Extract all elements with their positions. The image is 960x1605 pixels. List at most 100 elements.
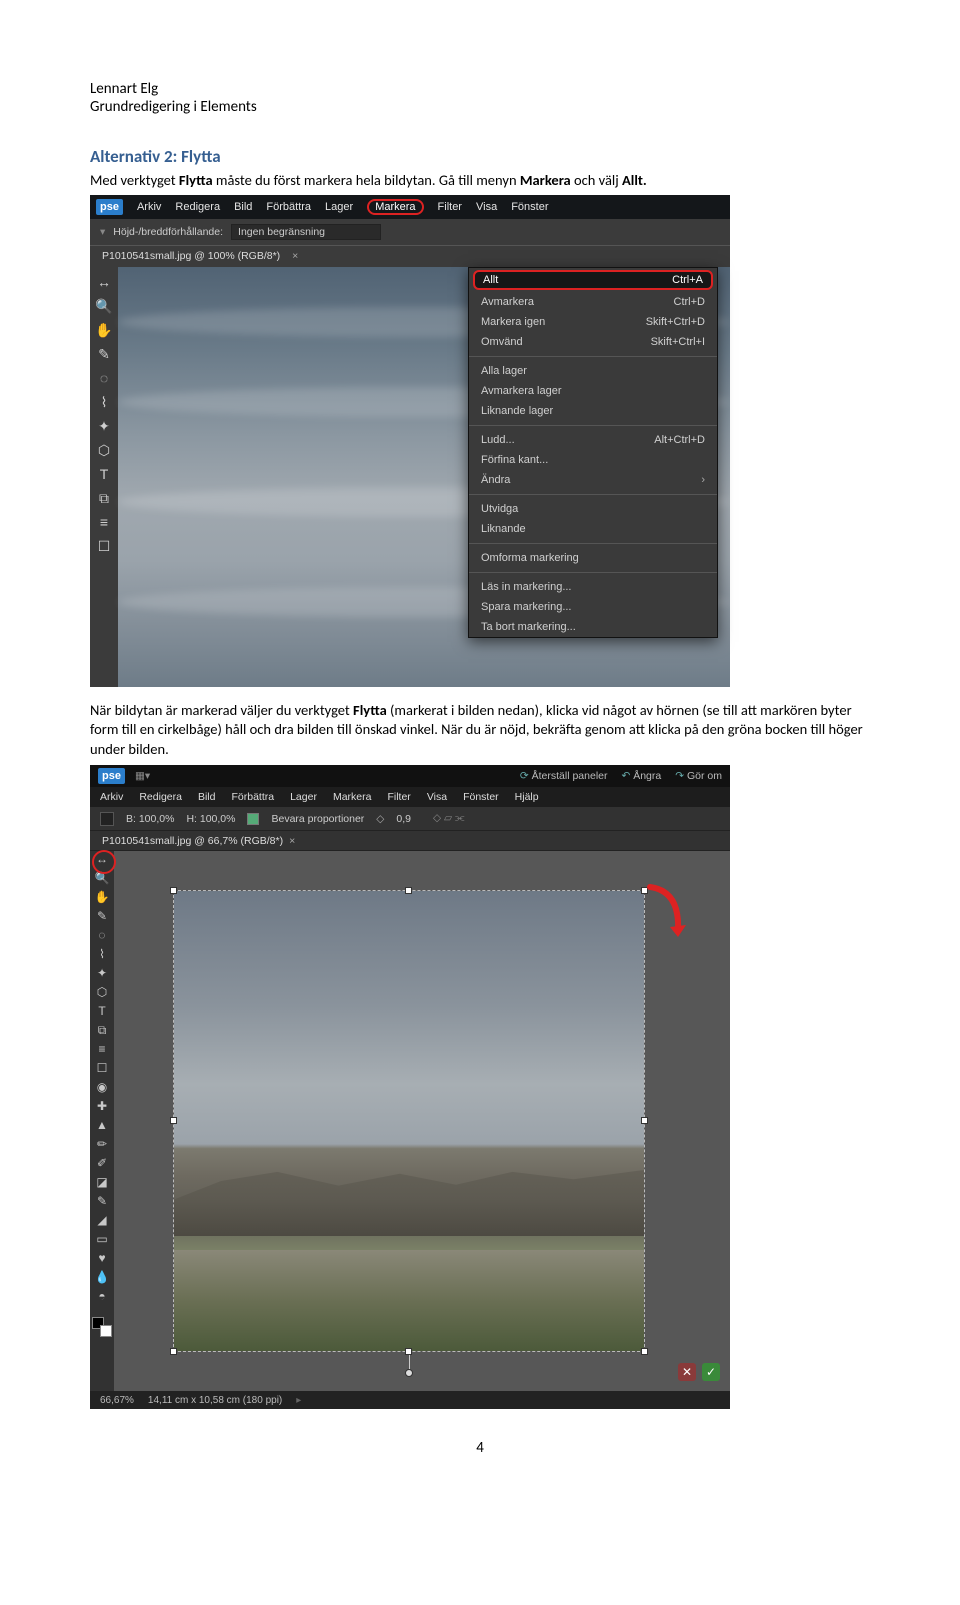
- handle-top-mid[interactable]: [405, 887, 412, 894]
- handle-mid-right[interactable]: [641, 1117, 648, 1124]
- commit-button[interactable]: ✓: [702, 1363, 720, 1381]
- blur-tool-icon[interactable]: 💧: [95, 1271, 110, 1283]
- menu-redigera[interactable]: Redigera: [139, 791, 182, 803]
- layout-icon[interactable]: ▦▾: [135, 770, 150, 782]
- canvas[interactable]: ✕ ✓: [114, 851, 730, 1391]
- undo-button[interactable]: ↶ Ångra: [621, 770, 661, 782]
- menu-forbattra[interactable]: Förbättra: [266, 201, 311, 213]
- menu-filter[interactable]: Filter: [438, 201, 462, 213]
- dropdown-ludd[interactable]: Ludd...Alt+Ctrl+D: [469, 430, 717, 450]
- paragraph-1: Med verktyget Flytta måste du först mark…: [90, 171, 870, 191]
- zoom-tool-icon[interactable]: 🔍: [95, 872, 110, 884]
- menu-lager[interactable]: Lager: [290, 791, 317, 803]
- hand-tool-icon[interactable]: ✋: [95, 323, 112, 337]
- marquee-tool-icon[interactable]: ◌: [98, 929, 105, 941]
- menu-forbattra[interactable]: Förbättra: [231, 791, 274, 803]
- bucket-tool-icon[interactable]: ◢: [97, 1214, 106, 1226]
- angle-value[interactable]: 0,9: [396, 813, 411, 825]
- menu-arkiv[interactable]: Arkiv: [137, 201, 161, 213]
- top-bar: pse ▦▾ ⟳ Återställ paneler ↶ Ångra ↷ Gör…: [90, 765, 730, 787]
- zoom-tool-icon[interactable]: 🔍: [95, 299, 112, 313]
- dropdown-markera-igen[interactable]: Markera igenSkift+Ctrl+D: [469, 312, 717, 332]
- menu-bild[interactable]: Bild: [198, 791, 216, 803]
- constrain-checkbox[interactable]: [247, 813, 259, 825]
- straighten-tool-icon[interactable]: ≡: [98, 1043, 105, 1055]
- eyedropper-icon[interactable]: ✎: [97, 910, 107, 922]
- straighten-tool-icon[interactable]: ≡: [100, 515, 108, 529]
- sponge-tool-icon[interactable]: ◓: [98, 1290, 105, 1302]
- dropdown-omvand[interactable]: OmvändSkift+Ctrl+I: [469, 332, 717, 352]
- handle-bottom-left[interactable]: [170, 1348, 177, 1355]
- dropdown-forfina-kant[interactable]: Förfina kant...: [469, 450, 717, 470]
- smart-brush-icon[interactable]: ✐: [97, 1157, 107, 1169]
- ratio-value[interactable]: Ingen begränsning: [231, 224, 381, 240]
- handle-mid-left[interactable]: [170, 1117, 177, 1124]
- menu-visa[interactable]: Visa: [427, 791, 447, 803]
- cancel-button[interactable]: ✕: [678, 1363, 696, 1381]
- menu-markera[interactable]: Markera: [367, 199, 423, 215]
- handle-bottom-mid[interactable]: [405, 1348, 412, 1355]
- dropdown-liknande-lager[interactable]: Liknande lager: [469, 401, 717, 421]
- lasso-tool-icon[interactable]: ⌇: [99, 948, 105, 960]
- menu-hjalp[interactable]: Hjälp: [515, 791, 539, 803]
- options-bar: B: 100,0% H: 100,0% Bevara proportioner …: [90, 807, 730, 831]
- dropdown-ta-bort[interactable]: Ta bort markering...: [469, 617, 717, 637]
- shape-tool-icon[interactable]: ♥: [98, 1252, 105, 1264]
- transform-bounding-box[interactable]: [174, 891, 644, 1351]
- dropdown-spara[interactable]: Spara markering...: [469, 597, 717, 617]
- document-tab[interactable]: P1010541small.jpg @ 66,7% (RGB/8*)×: [90, 831, 730, 851]
- lasso-tool-icon[interactable]: ⌇: [101, 395, 108, 409]
- gradient-tool-icon[interactable]: ▭: [96, 1233, 107, 1245]
- redo-button[interactable]: ↷ Gör om: [675, 770, 722, 782]
- type-tool-icon[interactable]: T: [100, 467, 109, 481]
- wand-tool-icon[interactable]: ✦: [98, 419, 110, 433]
- skew-icon[interactable]: ◇ ▱ ⫘: [433, 812, 464, 825]
- eraser-tool-icon[interactable]: ◪: [96, 1176, 107, 1188]
- brush-tool-icon[interactable]: ✏: [97, 1138, 107, 1150]
- selection-brush-icon[interactable]: ⬡: [98, 443, 110, 457]
- menu-arkiv[interactable]: Arkiv: [100, 791, 123, 803]
- canvas[interactable]: AlltCtrl+A AvmarkeraCtrl+D Markera igenS…: [118, 267, 730, 687]
- quick-select-icon[interactable]: ⬡: [97, 986, 107, 998]
- section-heading: Alternativ 2: Flytta: [90, 146, 870, 167]
- pencil-tool-icon[interactable]: ✎: [97, 1195, 107, 1207]
- reference-point-icon[interactable]: [100, 812, 114, 826]
- move-tool-icon[interactable]: ↔: [97, 275, 111, 289]
- wand-tool-icon[interactable]: ✦: [97, 967, 107, 979]
- cookie-cutter-icon[interactable]: ☐: [97, 1062, 108, 1074]
- menu-bild[interactable]: Bild: [234, 201, 252, 213]
- handle-top-left[interactable]: [170, 887, 177, 894]
- color-swatch[interactable]: [92, 1317, 112, 1337]
- rotate-handle[interactable]: [405, 1369, 413, 1377]
- menu-fonster[interactable]: Fönster: [463, 791, 499, 803]
- doc-subject: Grundredigering i Elements: [90, 98, 870, 116]
- dropdown-omforma[interactable]: Omforma markering: [469, 548, 717, 568]
- healing-brush-icon[interactable]: ✚: [97, 1100, 107, 1112]
- dropdown-allt[interactable]: AlltCtrl+A: [473, 270, 713, 290]
- handle-bottom-right[interactable]: [641, 1348, 648, 1355]
- crop-tool-icon[interactable]: ⧉: [98, 1024, 107, 1036]
- dropdown-alla-lager[interactable]: Alla lager: [469, 361, 717, 381]
- crop-tool-icon[interactable]: ⧉: [99, 491, 109, 505]
- clone-stamp-icon[interactable]: ▲: [96, 1119, 108, 1131]
- menu-visa[interactable]: Visa: [476, 201, 497, 213]
- menu-filter[interactable]: Filter: [387, 791, 410, 803]
- dropdown-avmarkera[interactable]: AvmarkeraCtrl+D: [469, 292, 717, 312]
- dropdown-utvidga[interactable]: Utvidga: [469, 499, 717, 519]
- marquee-tool-icon[interactable]: ◌: [100, 371, 108, 385]
- dropdown-avmarkera-lager[interactable]: Avmarkera lager: [469, 381, 717, 401]
- type-tool-icon[interactable]: T: [98, 1005, 105, 1017]
- reset-panels-button[interactable]: ⟳ Återställ paneler: [520, 770, 608, 782]
- menu-lager[interactable]: Lager: [325, 201, 353, 213]
- dropdown-las-in[interactable]: Läs in markering...: [469, 577, 717, 597]
- menu-fonster[interactable]: Fönster: [511, 201, 548, 213]
- menu-markera[interactable]: Markera: [333, 791, 372, 803]
- menu-redigera[interactable]: Redigera: [175, 201, 220, 213]
- redeye-tool-icon[interactable]: ◉: [97, 1081, 107, 1093]
- dropdown-andra[interactable]: Ändra: [469, 470, 717, 490]
- eyedropper-icon[interactable]: ✎: [98, 347, 110, 361]
- document-tab[interactable]: P1010541small.jpg @ 100% (RGB/8*)×: [90, 245, 730, 267]
- dropdown-liknande[interactable]: Liknande: [469, 519, 717, 539]
- cookie-cutter-icon[interactable]: ☐: [98, 539, 111, 553]
- hand-tool-icon[interactable]: ✋: [95, 891, 110, 903]
